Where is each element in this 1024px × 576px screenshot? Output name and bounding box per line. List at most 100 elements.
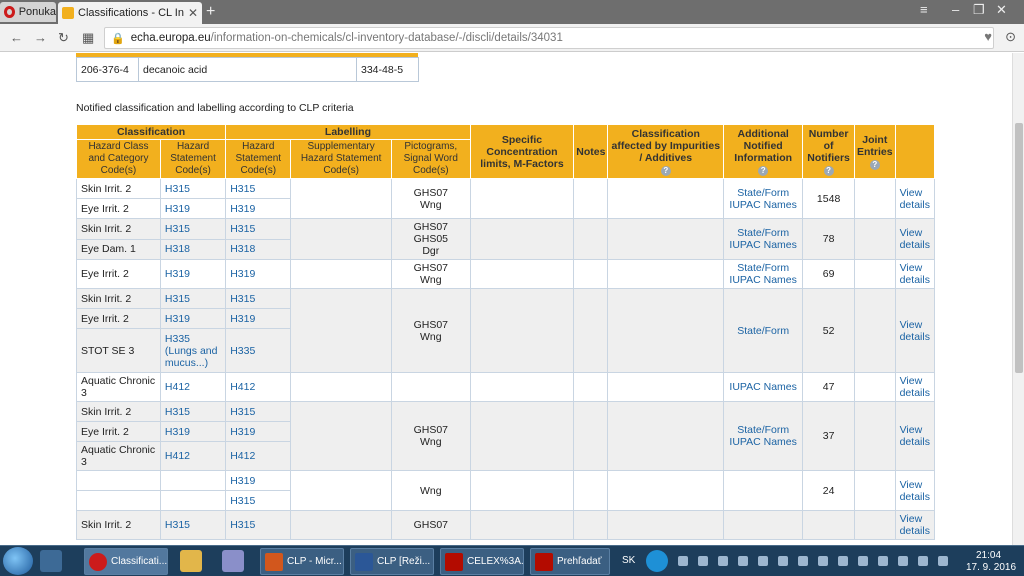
help-icon[interactable]: ? <box>660 165 671 176</box>
pdf-icon <box>445 552 463 571</box>
hazard-statement-label-cell[interactable]: H319 <box>225 259 292 289</box>
hazard-statement-class-cell[interactable]: H315 <box>159 288 227 309</box>
close-window-icon[interactable]: ✕ <box>996 2 1007 18</box>
hazard-statement-label-cell[interactable]: H319 <box>225 421 292 442</box>
hazard-statement-label-cell[interactable]: H412 <box>225 372 292 402</box>
clock-date[interactable]: 17. 9. 2016 <box>966 562 1016 573</box>
tray-icon[interactable] <box>838 556 848 566</box>
maximize-icon[interactable]: ❐ <box>973 2 985 18</box>
hazard-statement-label-cell[interactable]: H335 <box>225 328 292 373</box>
hazard-statement-label-cell[interactable]: H315 <box>225 218 292 240</box>
explorer-folder-icon[interactable] <box>180 550 202 572</box>
start-button-icon[interactable] <box>3 547 33 575</box>
speed-dial-icon[interactable]: ▦ <box>82 30 94 46</box>
shield-icon[interactable] <box>878 556 888 566</box>
pictogram-signal-cell: GHS07 <box>390 510 471 540</box>
additional-info-cell[interactable]: State/Form IUPAC Names <box>723 259 804 289</box>
tab-classifications[interactable]: Classifications - CL Invento ✕ <box>58 2 202 24</box>
tray-icon[interactable] <box>778 556 788 566</box>
language-indicator[interactable]: SK <box>622 555 635 566</box>
hazard-statement-label-cell[interactable]: H315 <box>225 178 292 199</box>
hazard-statement-class-cell[interactable]: H412 <box>159 372 227 402</box>
specific-concentration-cell <box>469 178 575 219</box>
hazard-statement-class-cell[interactable]: H335 (Lungs and mucus...) <box>159 328 227 373</box>
address-bar[interactable]: 🔒 echa.europa.eu/information-on-chemical… <box>104 27 994 49</box>
taskbar-item-pdf[interactable]: CELEX%3A... <box>440 548 524 575</box>
additional-info-cell[interactable]: State/Form IUPAC Names <box>723 218 804 260</box>
volume-icon[interactable] <box>918 556 928 566</box>
view-details-link[interactable]: View details <box>894 470 936 511</box>
hazard-statement-class-cell[interactable]: H319 <box>159 308 227 329</box>
network-icon[interactable] <box>898 556 908 566</box>
hazard-statement-label-cell[interactable]: H315 <box>225 490 292 511</box>
hazard-statement-class-cell[interactable]: H318 <box>159 238 227 260</box>
hazard-statement-class-cell[interactable]: H319 <box>159 259 227 289</box>
hazard-statement-label-cell[interactable]: H315 <box>225 510 292 540</box>
view-details-link[interactable]: View details <box>894 510 936 540</box>
view-details-link[interactable]: View details <box>894 259 936 289</box>
hazard-statement-label-cell[interactable]: H319 <box>225 308 292 329</box>
notifiers-count-cell: 78 <box>802 218 855 260</box>
tray-icon[interactable] <box>798 556 808 566</box>
app-icon[interactable] <box>222 550 244 572</box>
scrollbar-thumb[interactable] <box>1015 123 1023 373</box>
taskbar-item-powerpoint[interactable]: CLP - Micr... <box>260 548 344 575</box>
hazard-statement-class-cell[interactable]: H412 <box>159 441 227 471</box>
additional-info-cell[interactable]: State/Form <box>723 288 804 373</box>
hazard-statement-label-cell[interactable]: H319 <box>225 470 292 491</box>
view-details-link[interactable]: View details <box>894 401 936 471</box>
hazard-statement-class-cell[interactable]: H315 <box>159 178 227 199</box>
taskbar-item-word[interactable]: CLP [Reži... <box>350 548 434 575</box>
pictogram-signal-cell: Wng <box>390 470 471 511</box>
close-tab-icon[interactable]: ✕ <box>188 6 198 20</box>
view-details-link[interactable]: View details <box>894 372 936 402</box>
help-icon[interactable]: ? <box>869 159 880 170</box>
clock-time[interactable]: 21:04 <box>976 550 1001 561</box>
tray-icon[interactable] <box>758 556 768 566</box>
taskbar-item-search[interactable]: Prehľadať <box>530 548 610 575</box>
new-tab-icon[interactable]: + <box>206 4 215 20</box>
address-toolbar: ← → ↻ ▦ 🔒 echa.europa.eu/information-on-… <box>0 24 1024 52</box>
media-player-icon[interactable] <box>40 550 62 572</box>
additional-info-cell[interactable]: State/Form IUPAC Names <box>723 178 804 219</box>
tray-icon[interactable] <box>938 556 948 566</box>
back-icon[interactable]: ← <box>10 30 23 45</box>
forward-icon[interactable]: → <box>34 30 47 45</box>
bluetooth-icon[interactable] <box>738 556 748 566</box>
hazard-statement-label-cell[interactable]: H315 <box>225 401 292 422</box>
download-icon[interactable]: ⊙ <box>1005 29 1016 45</box>
hazard-statement-label-cell[interactable]: H318 <box>225 238 292 260</box>
minimize-icon[interactable]: – <box>952 2 959 17</box>
tray-icon[interactable] <box>718 556 728 566</box>
help-circle-icon[interactable] <box>646 550 668 572</box>
specific-concentration-cell <box>469 510 575 540</box>
tray-icon[interactable] <box>698 556 708 566</box>
acrobat-icon <box>535 552 553 571</box>
page-scrollbar[interactable] <box>1012 53 1024 545</box>
hazard-statement-class-cell[interactable]: H315 <box>159 401 227 422</box>
help-icon[interactable]: ? <box>758 165 769 176</box>
hazard-statement-class-cell[interactable]: H319 <box>159 198 227 219</box>
hazard-statement-class-cell[interactable]: H315 <box>159 218 227 240</box>
view-details-link[interactable]: View details <box>894 288 936 373</box>
view-details-link[interactable]: View details <box>894 178 936 219</box>
hazard-statement-class-cell[interactable]: H315 <box>159 510 227 540</box>
tray-icon[interactable] <box>858 556 868 566</box>
opera-menu-button[interactable]: Ponuka <box>0 2 56 22</box>
additional-info-cell[interactable]: IUPAC Names <box>723 372 804 402</box>
hazard-statement-label-cell[interactable]: H319 <box>225 198 292 219</box>
reload-icon[interactable]: ↻ <box>58 30 69 46</box>
tray-icon[interactable] <box>678 556 688 566</box>
hazard-statement-label-cell[interactable]: H315 <box>225 288 292 309</box>
joint-entries-cell <box>853 470 896 511</box>
help-icon[interactable]: ? <box>823 165 834 176</box>
additional-info-cell[interactable]: State/Form IUPAC Names <box>723 401 804 471</box>
tray-icon[interactable] <box>818 556 828 566</box>
hazard-statement-class-cell[interactable]: H319 <box>159 421 227 442</box>
taskbar-item-browser[interactable]: Classificati... <box>84 548 168 575</box>
menu-lines-icon[interactable]: ≡ <box>920 2 928 17</box>
bookmark-heart-icon[interactable]: ♥ <box>984 29 992 44</box>
joint-entries-cell <box>853 372 896 402</box>
view-details-link[interactable]: View details <box>894 218 936 260</box>
hazard-statement-label-cell[interactable]: H412 <box>225 441 292 471</box>
